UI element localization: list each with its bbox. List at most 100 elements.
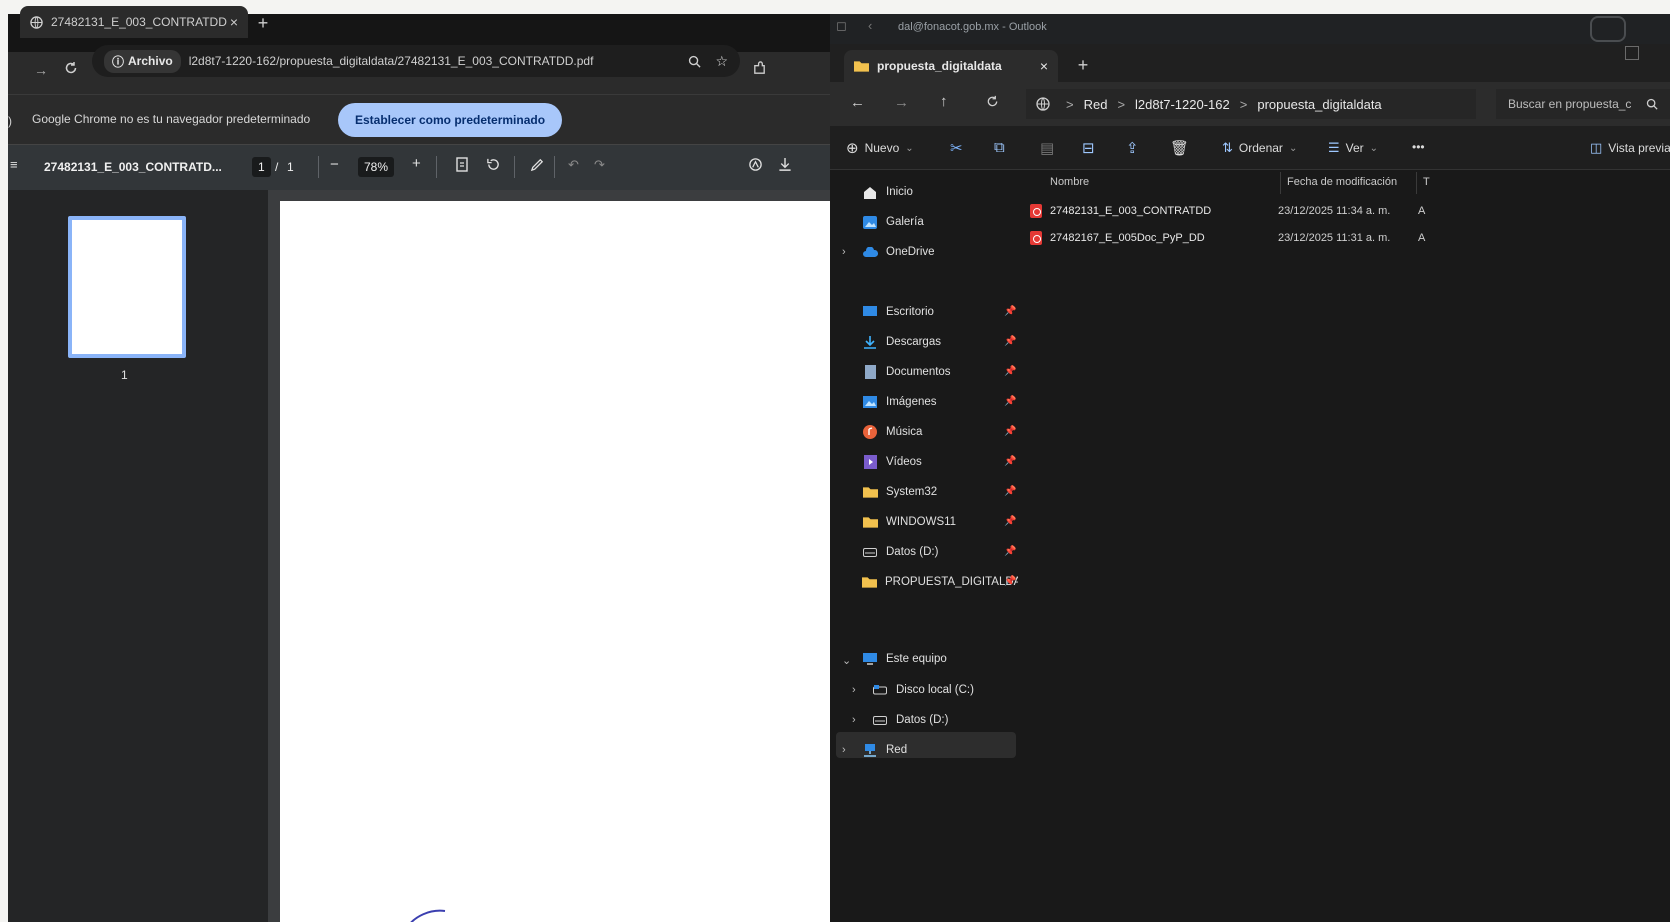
- zoom-input[interactable]: 78%: [358, 157, 395, 177]
- close-tab-icon[interactable]: ×: [230, 14, 238, 30]
- explorer-tab[interactable]: propuesta_digitaldata ×: [844, 50, 1058, 82]
- file-row[interactable]: 27482167_E_005Doc_PyP_DD 23/12/2025 11:3…: [1030, 226, 1470, 250]
- rename-icon[interactable]: ⊟: [1082, 139, 1095, 157]
- new-button[interactable]: ⊕ Nuevo ⌄: [846, 139, 914, 157]
- outlook-back-icon[interactable]: ‹: [868, 18, 872, 33]
- annotate-icon[interactable]: [748, 157, 763, 172]
- expand-chevron-icon[interactable]: ›: [852, 714, 856, 726]
- expand-chevron-icon[interactable]: ›: [842, 246, 846, 258]
- breadcrumb[interactable]: > Red > l2d8t7-1220-162 > propuesta_digi…: [1026, 89, 1476, 119]
- pdf-doc-title: 27482131_E_003_CONTRATD...: [44, 160, 222, 174]
- pin-icon: 📌: [1004, 366, 1017, 377]
- file-row[interactable]: 27482131_E_003_CONTRATDD 23/12/2025 11:3…: [1030, 199, 1470, 223]
- redo-icon[interactable]: ↷: [594, 157, 605, 173]
- globe-icon: [30, 15, 43, 29]
- nav-item-galeria[interactable]: Galería: [862, 209, 1012, 235]
- up-arrow-icon[interactable]: ↑: [940, 93, 948, 110]
- chrome-tab[interactable]: 27482131_E_003_CONTRATDD ×: [20, 6, 248, 38]
- expand-chevron-icon[interactable]: ›: [852, 684, 856, 696]
- more-options-button[interactable]: •••: [1412, 140, 1425, 154]
- signature-mark: [410, 909, 446, 922]
- download-icon[interactable]: [778, 157, 792, 172]
- draw-icon[interactable]: [530, 157, 545, 172]
- chevron-down-icon: ⌄: [905, 142, 914, 154]
- page-number-input[interactable]: 1: [252, 157, 271, 177]
- delete-icon[interactable]: 🗑: [1170, 139, 1189, 157]
- rotate-icon[interactable]: [486, 157, 501, 172]
- new-button-label: Nuevo: [864, 141, 900, 155]
- sort-button[interactable]: ⇅ Ordenar ⌄: [1222, 140, 1297, 156]
- back-arrow-icon[interactable]: →: [34, 62, 48, 78]
- toolbar-divider: [554, 156, 555, 178]
- reload-icon[interactable]: [64, 61, 78, 75]
- menu-icon[interactable]: ≡: [10, 157, 18, 172]
- set-default-button[interactable]: Establecer como predeterminado: [338, 103, 562, 137]
- nav-item-onedrive[interactable]: OneDrive: [862, 239, 1012, 265]
- refresh-icon[interactable]: [986, 95, 999, 108]
- breadcrumb-item-folder[interactable]: propuesta_digitaldata: [1257, 97, 1381, 112]
- paste-icon[interactable]: ▤: [1040, 139, 1054, 157]
- extensions-icon[interactable]: [752, 61, 767, 76]
- nav-item-descargas[interactable]: Descargas: [862, 329, 1012, 355]
- column-divider[interactable]: [1416, 172, 1417, 194]
- fit-page-icon[interactable]: [456, 157, 468, 172]
- breadcrumb-item-server[interactable]: l2d8t7-1220-162: [1135, 97, 1230, 112]
- nav-item-inicio[interactable]: Inicio: [862, 179, 1012, 205]
- pdf-file-icon: [1030, 204, 1042, 218]
- nav-item-disco-c[interactable]: Disco local (C:): [872, 677, 1022, 703]
- home-icon: [862, 185, 878, 199]
- undo-icon[interactable]: ↶: [568, 157, 579, 173]
- forward-arrow-icon[interactable]: →: [894, 94, 909, 111]
- cut-icon[interactable]: ✂: [950, 139, 963, 157]
- nav-item-datos-d[interactable]: Datos (D:): [872, 707, 1022, 733]
- column-header-type[interactable]: T: [1423, 176, 1430, 188]
- zoom-in-button[interactable]: +: [412, 155, 421, 172]
- thumbnail-page-number: 1: [121, 368, 128, 382]
- nav-label: Inicio: [886, 186, 913, 198]
- view-button[interactable]: ☰ Ver ⌄: [1328, 140, 1378, 156]
- nav-item-red[interactable]: Red: [862, 737, 1012, 763]
- drive-icon: [872, 683, 888, 697]
- toolbar-divider: [318, 156, 319, 178]
- zoom-search-icon[interactable]: [688, 55, 702, 68]
- column-divider[interactable]: [1280, 172, 1281, 194]
- share-icon[interactable]: ⇪: [1126, 139, 1139, 157]
- nav-item-windows11[interactable]: WINDOWS11: [862, 509, 1012, 535]
- column-header-name[interactable]: Nombre: [1050, 176, 1089, 188]
- url-text: l2d8t7-1220-162/propuesta_digitaldata/27…: [188, 54, 594, 68]
- nav-item-datos-d-pinned[interactable]: Datos (D:): [862, 539, 1012, 565]
- pdf-file-icon: [1030, 231, 1042, 245]
- collapse-chevron-icon[interactable]: ⌄: [842, 654, 851, 667]
- search-input[interactable]: Buscar en propuesta_c: [1496, 89, 1670, 119]
- nav-item-documentos[interactable]: Documentos: [862, 359, 1012, 385]
- nav-item-system32[interactable]: System32: [862, 479, 1012, 505]
- preview-pane-button[interactable]: ◫ Vista previa: [1590, 140, 1670, 156]
- outlook-profile-icon[interactable]: [1590, 16, 1626, 42]
- expand-chevron-icon[interactable]: ›: [842, 744, 846, 756]
- address-bar[interactable]: ⓘ Archivo l2d8t7-1220-162/propuesta_digi…: [92, 45, 740, 77]
- new-tab-button[interactable]: +: [1072, 54, 1094, 76]
- page-thumbnail[interactable]: [68, 216, 186, 358]
- copy-icon[interactable]: ⧉: [994, 139, 1005, 156]
- nav-label: Música: [886, 426, 923, 438]
- nav-item-imagenes[interactable]: Imágenes: [862, 389, 1012, 415]
- back-arrow-icon[interactable]: ←: [850, 94, 865, 111]
- new-tab-button[interactable]: +: [252, 12, 274, 34]
- nav-item-propuesta[interactable]: PROPUESTA_DIGITALDA: [862, 569, 1021, 595]
- maximize-icon[interactable]: [1625, 46, 1639, 60]
- bookmark-star-icon[interactable]: ☆: [715, 53, 728, 70]
- close-tab-icon[interactable]: ×: [1040, 58, 1048, 74]
- preview-pane-icon: ◫: [1590, 140, 1603, 155]
- toolbar-divider: [514, 156, 515, 178]
- zoom-out-button[interactable]: −: [330, 156, 339, 173]
- nav-label: Documentos: [886, 366, 951, 378]
- page-separator: /: [275, 160, 279, 174]
- nav-item-videos[interactable]: Vídeos: [862, 449, 1012, 475]
- page-total: 1: [287, 160, 294, 174]
- nav-item-musica[interactable]: Música: [862, 419, 1012, 445]
- nav-item-este-equipo[interactable]: Este equipo: [862, 646, 1012, 672]
- site-info-chip[interactable]: ⓘ Archivo: [104, 49, 181, 73]
- column-header-modified[interactable]: Fecha de modificación: [1287, 176, 1397, 188]
- breadcrumb-item-red[interactable]: Red: [1084, 97, 1108, 112]
- nav-item-escritorio[interactable]: Escritorio: [862, 299, 1012, 325]
